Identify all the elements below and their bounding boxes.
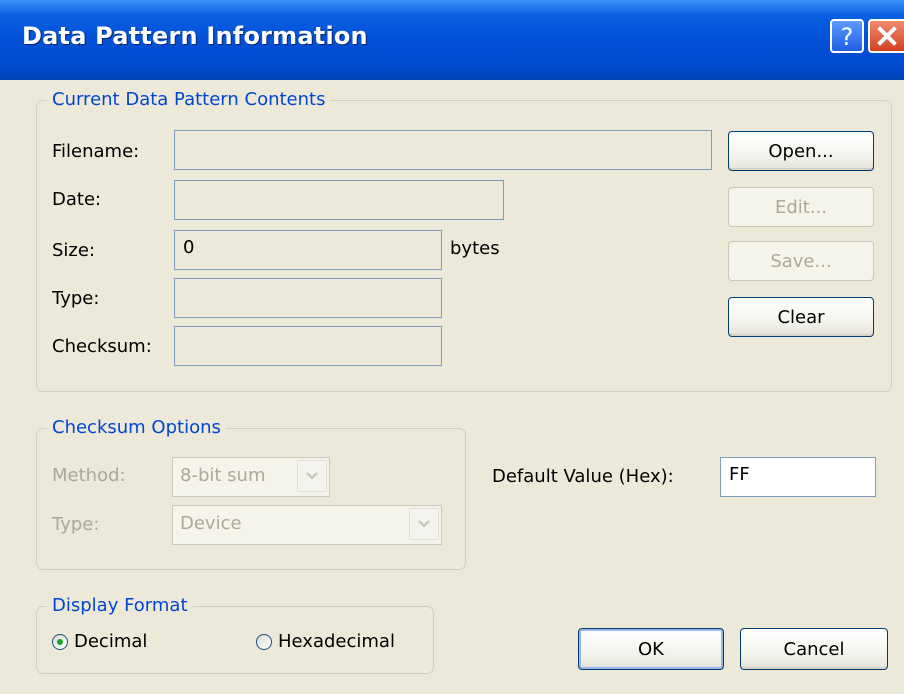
method-label: Method: <box>52 465 126 486</box>
checksum-type-label: Type: <box>52 514 100 535</box>
checksum-type-select[interactable]: Device <box>172 505 442 545</box>
method-dropdown-button[interactable] <box>297 460 327 492</box>
size-label: Size: <box>52 240 96 261</box>
method-select[interactable]: 8-bit sum <box>172 457 330 497</box>
hexadecimal-radio[interactable]: Hexadecimal <box>256 631 395 652</box>
radio-checked-icon <box>52 633 68 650</box>
default-value-input[interactable]: FF <box>720 457 876 497</box>
svg-text:?: ? <box>841 23 854 49</box>
help-button[interactable]: ? <box>830 19 864 53</box>
chevron-down-icon <box>306 472 318 480</box>
checksum-options-legend: Checksum Options <box>47 415 226 441</box>
help-icon: ? <box>841 23 854 49</box>
date-field[interactable] <box>174 180 504 220</box>
dialog-body: Current Data Pattern Contents Filename: … <box>0 80 904 694</box>
ok-button[interactable]: OK <box>578 628 724 670</box>
default-value-label: Default Value (Hex): <box>492 466 674 487</box>
checksum-label: Checksum: <box>52 336 152 357</box>
checksum-options-group: Checksum Options <box>36 415 466 570</box>
hexadecimal-radio-label: Hexadecimal <box>278 631 395 652</box>
title-bar: Data Pattern Information ? <box>0 0 904 80</box>
edit-button[interactable]: Edit... <box>728 187 874 227</box>
checksum-type-value: Device <box>180 513 242 534</box>
method-value: 8-bit sum <box>180 465 266 486</box>
filename-field[interactable] <box>174 130 712 170</box>
type-field[interactable] <box>174 278 442 318</box>
decimal-radio[interactable]: Decimal <box>52 631 147 652</box>
checksum-field[interactable] <box>174 326 442 366</box>
size-field[interactable]: 0 <box>174 230 442 270</box>
filename-label: Filename: <box>52 141 140 162</box>
checksum-type-dropdown-button[interactable] <box>409 508 439 540</box>
cancel-button[interactable]: Cancel <box>740 628 888 670</box>
save-button[interactable]: Save... <box>728 241 874 281</box>
date-label: Date: <box>52 189 102 210</box>
radio-unchecked-icon <box>256 633 272 650</box>
clear-button[interactable]: Clear <box>728 297 874 337</box>
contents-legend: Current Data Pattern Contents <box>47 87 331 113</box>
decimal-radio-label: Decimal <box>74 631 148 652</box>
window-title: Data Pattern Information <box>22 22 368 50</box>
close-button[interactable] <box>868 19 904 53</box>
open-button[interactable]: Open... <box>728 131 874 171</box>
type-label: Type: <box>52 288 100 309</box>
close-icon <box>877 26 897 46</box>
chevron-down-icon <box>418 520 430 528</box>
size-unit-label: bytes <box>450 238 500 259</box>
display-format-legend: Display Format <box>47 593 193 619</box>
